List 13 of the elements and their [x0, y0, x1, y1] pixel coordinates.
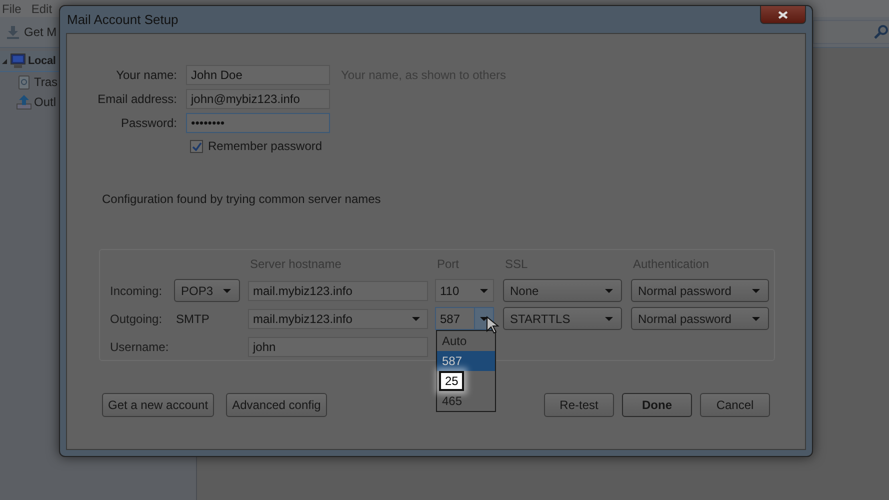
status-message: Configuration found by trying common server names — [102, 192, 382, 206]
protocol-label: SMTP — [175, 312, 210, 326]
row-label: Username: — [110, 340, 170, 354]
window-title: Mail Account Setup — [67, 12, 178, 27]
folder-label: Tras — [34, 75, 58, 89]
field-label: Email address: — [97, 92, 177, 106]
field-label: Password: — [120, 116, 177, 130]
row-label: Outgoing: — [110, 312, 164, 326]
field-label: Your name: — [115, 68, 177, 82]
folder-label: Outl — [34, 95, 56, 109]
row-label: Incoming: — [110, 284, 164, 298]
checkbox-label: Remember password — [208, 139, 322, 153]
folder-label: Local — [28, 55, 56, 67]
